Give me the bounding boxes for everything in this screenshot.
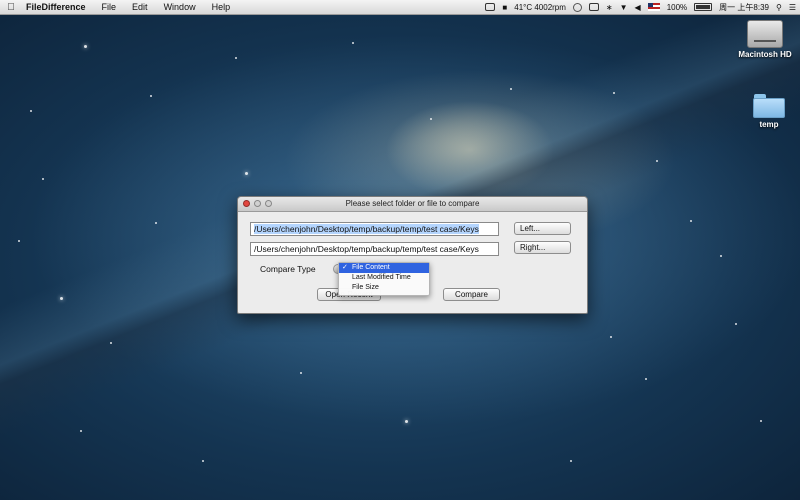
menu-help[interactable]: Help — [204, 2, 239, 12]
menu-window[interactable]: Window — [156, 2, 204, 12]
bluetooth-icon[interactable]: ∗ — [606, 3, 613, 12]
desktop-icon-temp[interactable]: temp — [748, 94, 790, 129]
right-path-field[interactable]: /Users/chenjohn/Desktop/temp/backup/temp… — [250, 242, 499, 256]
left-path-field[interactable]: /Users/chenjohn/Desktop/temp/backup/temp… — [250, 222, 499, 236]
zoom-button[interactable] — [265, 200, 272, 207]
option-label: Last Modified Time — [352, 274, 411, 281]
notification-center-icon[interactable]: ☰ — [789, 3, 796, 12]
right-button[interactable]: Right... — [514, 241, 571, 254]
folder-icon — [753, 94, 785, 118]
desktop-icon-label: temp — [759, 120, 779, 129]
window-controls — [243, 200, 272, 207]
minimize-button[interactable] — [254, 200, 261, 207]
dialog-title: Please select folder or file to compare — [345, 199, 480, 208]
desktop-icon-label: Macintosh HD — [738, 50, 792, 59]
option-label: File Size — [352, 284, 379, 291]
battery-percent[interactable]: 100% — [667, 3, 687, 12]
dialog-titlebar[interactable]: Please select folder or file to compare — [238, 197, 587, 212]
compare-button[interactable]: Compare — [443, 288, 500, 301]
volume-icon[interactable]: ◀ — [635, 3, 641, 12]
display-icon[interactable] — [588, 3, 599, 11]
menu-extras: ■ 41°C 4002rpm ∗ ▼ ◀ 100% 周一 上午8:39 ⚲ ☰ — [485, 0, 796, 14]
menu-option-last-modified-time[interactable]: Last Modified Time — [339, 273, 429, 283]
left-button[interactable]: Left... — [514, 222, 571, 235]
hard-drive-icon — [747, 20, 783, 48]
compare-type-label: Compare Type — [260, 264, 316, 274]
menu-option-file-size[interactable]: File Size — [339, 283, 429, 293]
apple-menu-icon[interactable]:  — [0, 2, 22, 13]
checkmark-icon: ✓ — [342, 264, 348, 271]
temperature-status[interactable]: 41°C 4002rpm — [514, 3, 566, 12]
menu-option-file-content[interactable]: ✓ File Content — [339, 263, 429, 273]
wifi-icon[interactable]: ▼ — [620, 3, 628, 12]
cat-status-icon[interactable]: ■ — [502, 3, 507, 12]
spotlight-icon[interactable]: ⚲ — [776, 3, 782, 12]
menu-bar:  FileDifference File Edit Window Help ■… — [0, 0, 800, 15]
menu-file[interactable]: File — [94, 2, 125, 12]
compare-type-menu: ✓ File Content Last Modified Time File S… — [338, 262, 430, 296]
left-path-text: /Users/chenjohn/Desktop/temp/backup/temp… — [254, 224, 479, 234]
compare-dialog: Please select folder or file to compare … — [237, 196, 588, 314]
input-source-flag-icon[interactable] — [647, 3, 660, 11]
timemachine-icon[interactable] — [572, 2, 582, 12]
screen-mirror-icon[interactable] — [485, 3, 496, 11]
battery-icon[interactable] — [694, 3, 713, 11]
clock[interactable]: 周一 上午8:39 — [719, 2, 769, 13]
desktop-icon-macintosh-hd[interactable]: Macintosh HD — [734, 20, 796, 59]
close-button[interactable] — [243, 200, 250, 207]
menu-edit[interactable]: Edit — [124, 2, 156, 12]
right-path-text: /Users/chenjohn/Desktop/temp/backup/temp… — [254, 244, 479, 254]
option-label: File Content — [352, 264, 390, 271]
menu-app-name[interactable]: FileDifference — [22, 2, 94, 12]
